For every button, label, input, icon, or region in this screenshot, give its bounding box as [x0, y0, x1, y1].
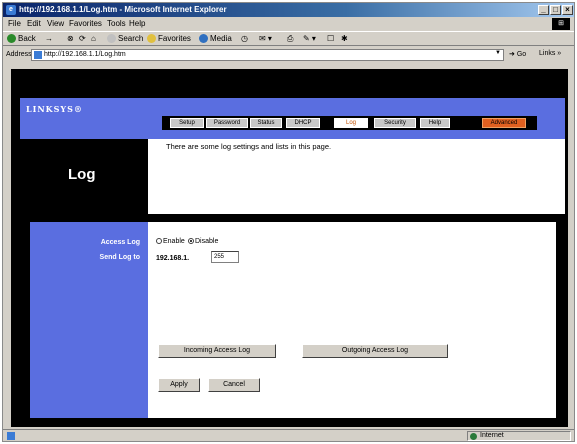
status-bar: Internet [3, 429, 574, 441]
label-column [30, 222, 148, 418]
toolbar: Back → ⊗ ⟳ ⌂ Search Favorites Media ◷ ✉ … [3, 31, 574, 46]
tab-security[interactable]: Security [374, 118, 416, 128]
ie-icon: e [6, 5, 16, 15]
menu-favorites[interactable]: Favorites [69, 19, 102, 28]
page-icon [34, 51, 42, 59]
media-icon [199, 34, 208, 44]
menu-view[interactable]: View [47, 19, 64, 28]
cancel-button[interactable]: Cancel [208, 378, 260, 392]
title-bar: e http://192.168.1.1/Log.htm - Microsoft… [3, 3, 574, 17]
discuss-button[interactable]: ☐ [327, 34, 334, 45]
back-arrow-icon [7, 34, 16, 44]
tab-dhcp[interactable]: DHCP [286, 118, 320, 128]
search-button[interactable]: Search [107, 34, 143, 45]
tab-setup[interactable]: Setup [170, 118, 204, 128]
address-dropdown-icon[interactable]: ▼ [495, 50, 503, 58]
apply-button[interactable]: Apply [158, 378, 200, 392]
back-button[interactable]: Back [7, 34, 36, 45]
ip-prefix: 192.168.1. [156, 255, 190, 262]
address-input[interactable]: http://192.168.1.1/Log.htm [31, 49, 504, 61]
links-button[interactable]: Links » [539, 50, 561, 57]
home-button[interactable]: ⌂ [91, 34, 96, 45]
refresh-button[interactable]: ⟳ [79, 34, 86, 45]
windows-logo-icon: ⊞ [552, 18, 570, 30]
page-title: Log [68, 166, 96, 183]
edit-button[interactable]: ✎ ▾ [303, 34, 316, 45]
page-viewport: LINKSYS® Setup Password Status DHCP Log … [11, 69, 568, 427]
close-button[interactable]: × [562, 5, 573, 15]
access-log-label: Access Log [100, 239, 140, 246]
incoming-access-log-button[interactable]: Incoming Access Log [158, 344, 276, 358]
access-log-enable-radio[interactable]: Enable [156, 238, 185, 245]
messenger-button[interactable]: ✱ [341, 34, 348, 45]
maximize-button[interactable]: □ [550, 5, 561, 15]
access-log-disable-radio[interactable]: Disable [188, 238, 218, 245]
media-button[interactable]: Media [199, 34, 232, 45]
security-zone: Internet [467, 431, 571, 441]
tab-password[interactable]: Password [206, 118, 248, 128]
log-ip-input[interactable]: 255 [211, 251, 239, 263]
address-url: http://192.168.1.1/Log.htm [44, 51, 126, 58]
favorites-icon [147, 34, 156, 44]
forward-button[interactable]: → [45, 34, 53, 45]
outgoing-access-log-button[interactable]: Outgoing Access Log [302, 344, 448, 358]
minimize-button[interactable]: _ [538, 5, 549, 15]
globe-icon [470, 433, 477, 440]
browser-window: e http://192.168.1.1/Log.htm - Microsoft… [2, 2, 575, 442]
radio-selected-icon [188, 238, 194, 245]
address-label: Address [6, 51, 32, 58]
menu-bar: File Edit View Favorites Tools Help ⊞ [3, 18, 574, 30]
history-button[interactable]: ◷ [241, 34, 248, 45]
send-log-label: Send Log to [99, 254, 140, 261]
intro-text: There are some log settings and lists in… [166, 142, 332, 151]
menu-file[interactable]: File [8, 19, 21, 28]
menu-tools[interactable]: Tools [107, 19, 126, 28]
favorites-button[interactable]: Favorites [147, 34, 191, 45]
address-bar: Address http://192.168.1.1/Log.htm ▼ ➜ G… [3, 48, 574, 62]
window-title: http://192.168.1.1/Log.htm - Microsoft I… [19, 5, 227, 14]
go-button[interactable]: ➜ Go [509, 50, 526, 58]
stop-button[interactable]: ⊗ [67, 34, 74, 45]
linksys-logo: LINKSYS® [26, 104, 83, 114]
print-button[interactable]: ⎙ [287, 34, 293, 45]
divider [20, 214, 565, 218]
tab-help[interactable]: Help [420, 118, 450, 128]
page-status-icon [7, 432, 15, 440]
menu-edit[interactable]: Edit [27, 19, 41, 28]
search-icon [107, 34, 116, 44]
mail-button[interactable]: ✉ ▾ [259, 34, 272, 45]
tab-status[interactable]: Status [250, 118, 282, 128]
radio-icon [156, 238, 162, 245]
tab-log[interactable]: Log [334, 118, 368, 128]
tab-advanced[interactable]: Advanced [482, 118, 526, 128]
menu-help[interactable]: Help [129, 19, 145, 28]
